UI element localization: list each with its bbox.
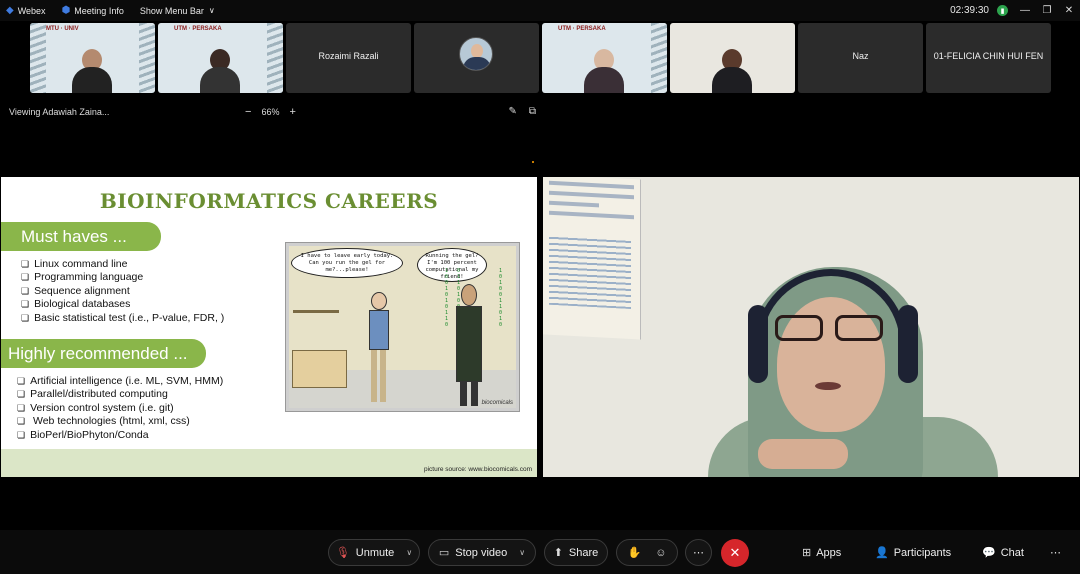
annotate-icon[interactable]: ✎ (508, 106, 516, 117)
participant-thumbnail[interactable]: 01-FELICIA CHIN HUI FEN (926, 23, 1051, 93)
picture-source: picture source: www.biocomicals.com (423, 466, 532, 473)
meeting-controls: 🎙 Unmute ∨ ▭ Stop video ∨ ⬆ Share ✋ ☺ ⋯ … (0, 530, 1080, 574)
shield-icon: ⬢ (61, 5, 71, 16)
more-options-button[interactable]: ⋯ (685, 539, 712, 566)
apps-label: Apps (816, 546, 842, 559)
list-item: Biological databases (21, 298, 224, 311)
show-menu-bar-label: Show Menu Bar (139, 5, 204, 16)
must-haves-heading: Must haves ... (1, 222, 161, 251)
chevron-down-icon: ∨ (208, 6, 215, 15)
close-icon: ✕ (729, 545, 741, 560)
participant-name: Rozaimi Razali (318, 51, 379, 61)
share-screen-icon: ⬆ (553, 547, 563, 559)
apps-icon: ⊞ (802, 547, 812, 559)
unmute-label: Unmute (355, 546, 395, 559)
participant-thumbnail[interactable]: UTM · PERSAKA (542, 23, 667, 93)
chevron-down-icon[interactable]: ∨ (519, 548, 525, 557)
zoom-out-button[interactable]: − (245, 106, 251, 118)
leave-meeting-button[interactable]: ✕ (721, 539, 749, 567)
close-icon[interactable]: ✕ (1058, 5, 1080, 16)
participant-name: 01-FELICIA CHIN HUI FEN (933, 51, 1044, 61)
scientist-character (367, 292, 389, 407)
more-icon: ⋯ (693, 547, 704, 559)
list-item: Parallel/distributed computing (17, 388, 223, 401)
apps-button[interactable]: ⊞ Apps (802, 546, 842, 560)
slide-title: BIOINFORMATICS CAREERS (99, 189, 439, 213)
recommended-list: Artificial intelligence (i.e. ML, SVM, H… (17, 375, 223, 442)
participant-thumbnail[interactable]: Naz (798, 23, 923, 93)
minimize-icon[interactable]: — (1014, 5, 1036, 16)
participant-thumbnail[interactable]: UTM · PERSAKA (158, 23, 283, 93)
participant-thumbnail[interactable] (670, 23, 795, 93)
webex-menu[interactable]: ◆ Webex (6, 5, 46, 16)
participant-thumbnail[interactable]: Rozaimi Razali (286, 23, 411, 93)
share-label: Share (568, 546, 599, 559)
list-item: Linux command line (21, 258, 224, 271)
share-view-bar: Viewing Adawiah Zaina... − 66% + ✎ ⧉ (0, 103, 540, 121)
stop-video-button[interactable]: ▭ Stop video ∨ (428, 539, 536, 566)
list-item: Version control system (i.e. git) (17, 402, 223, 415)
share-button[interactable]: ⬆ Share (544, 539, 608, 566)
cursor-dot (532, 161, 534, 163)
app-name: Webex (17, 5, 46, 16)
shared-slide: BIOINFORMATICS CAREERS Must haves ... Li… (1, 177, 537, 477)
list-item: Web technologies (html, xml, css) (17, 415, 223, 428)
must-haves-list: Linux command line Programming language … (21, 258, 224, 325)
participants-label: Participants (893, 546, 952, 559)
chevron-down-icon[interactable]: ∨ (406, 548, 412, 557)
list-item: Programming language (21, 271, 224, 284)
ellipsis-icon: ⋯ (1050, 547, 1061, 559)
list-item: BioPerl/BioPhyton/Conda (17, 429, 223, 442)
comic-speech-bubble: I have to leave early today. Can you run… (291, 248, 403, 278)
viewing-label: Viewing Adawiah Zaina... (9, 107, 110, 117)
participants-button[interactable]: 👤 Participants (875, 546, 952, 560)
meeting-timer: 02:39:30 (950, 5, 989, 16)
zoom-in-button[interactable]: + (289, 106, 295, 118)
recommended-heading: Highly recommended ... (1, 339, 206, 368)
comic-speech-bubble: Running the gel? I'm 100 percent computa… (417, 248, 487, 282)
unmute-button[interactable]: 🎙 Unmute ∨ (328, 539, 420, 566)
connection-signal-icon[interactable]: ▮ (997, 5, 1008, 16)
meeting-info-button[interactable]: ⬢ Meeting Info (62, 5, 124, 16)
show-menu-bar-button[interactable]: Show Menu Bar ∨ (140, 6, 215, 16)
participant-thumbnail[interactable]: MTU · UNIV (30, 23, 155, 93)
comic-illustration: I have to leave early today. Can you run… (286, 243, 519, 411)
raise-hand-icon[interactable]: ✋ (628, 546, 642, 559)
webex-icon: ◆ (6, 5, 14, 16)
list-item: Basic statistical test (i.e., P-value, F… (21, 312, 224, 325)
reactions-icon[interactable]: ☺ (655, 547, 666, 559)
restore-icon[interactable]: ❐ (1036, 5, 1058, 16)
muted-microphone-icon: 🎙 (335, 547, 350, 559)
hacker-character (454, 284, 484, 408)
chat-label: Chat (1000, 546, 1024, 559)
list-item: Artificial intelligence (i.e. ML, SVM, H… (17, 375, 223, 388)
participants-icon: 👤 (875, 547, 889, 559)
title-bar: ◆ Webex ⬢ Meeting Info Show Menu Bar ∨ 0… (0, 0, 1080, 21)
slide-footer: picture source: www.biocomicals.com (1, 449, 537, 477)
participant-thumbnail[interactable] (414, 23, 539, 93)
avatar (459, 37, 493, 71)
pop-out-icon[interactable]: ⧉ (529, 106, 536, 117)
zoom-level: 66% (261, 107, 280, 117)
meeting-info-label: Meeting Info (74, 5, 124, 16)
participant-name: Naz (852, 51, 869, 61)
chat-icon: 💬 (982, 547, 996, 559)
list-item: Sequence alignment (21, 285, 224, 298)
wall-poster (543, 177, 641, 340)
active-speaker-video[interactable] (543, 177, 1079, 477)
video-camera-icon: ▭ (438, 547, 450, 559)
more-panels-button[interactable]: ⋯ (1050, 546, 1061, 559)
stop-video-label: Stop video (455, 546, 508, 559)
chat-button[interactable]: 💬 Chat (982, 546, 1024, 560)
reactions-group: ✋ ☺ (616, 539, 678, 566)
